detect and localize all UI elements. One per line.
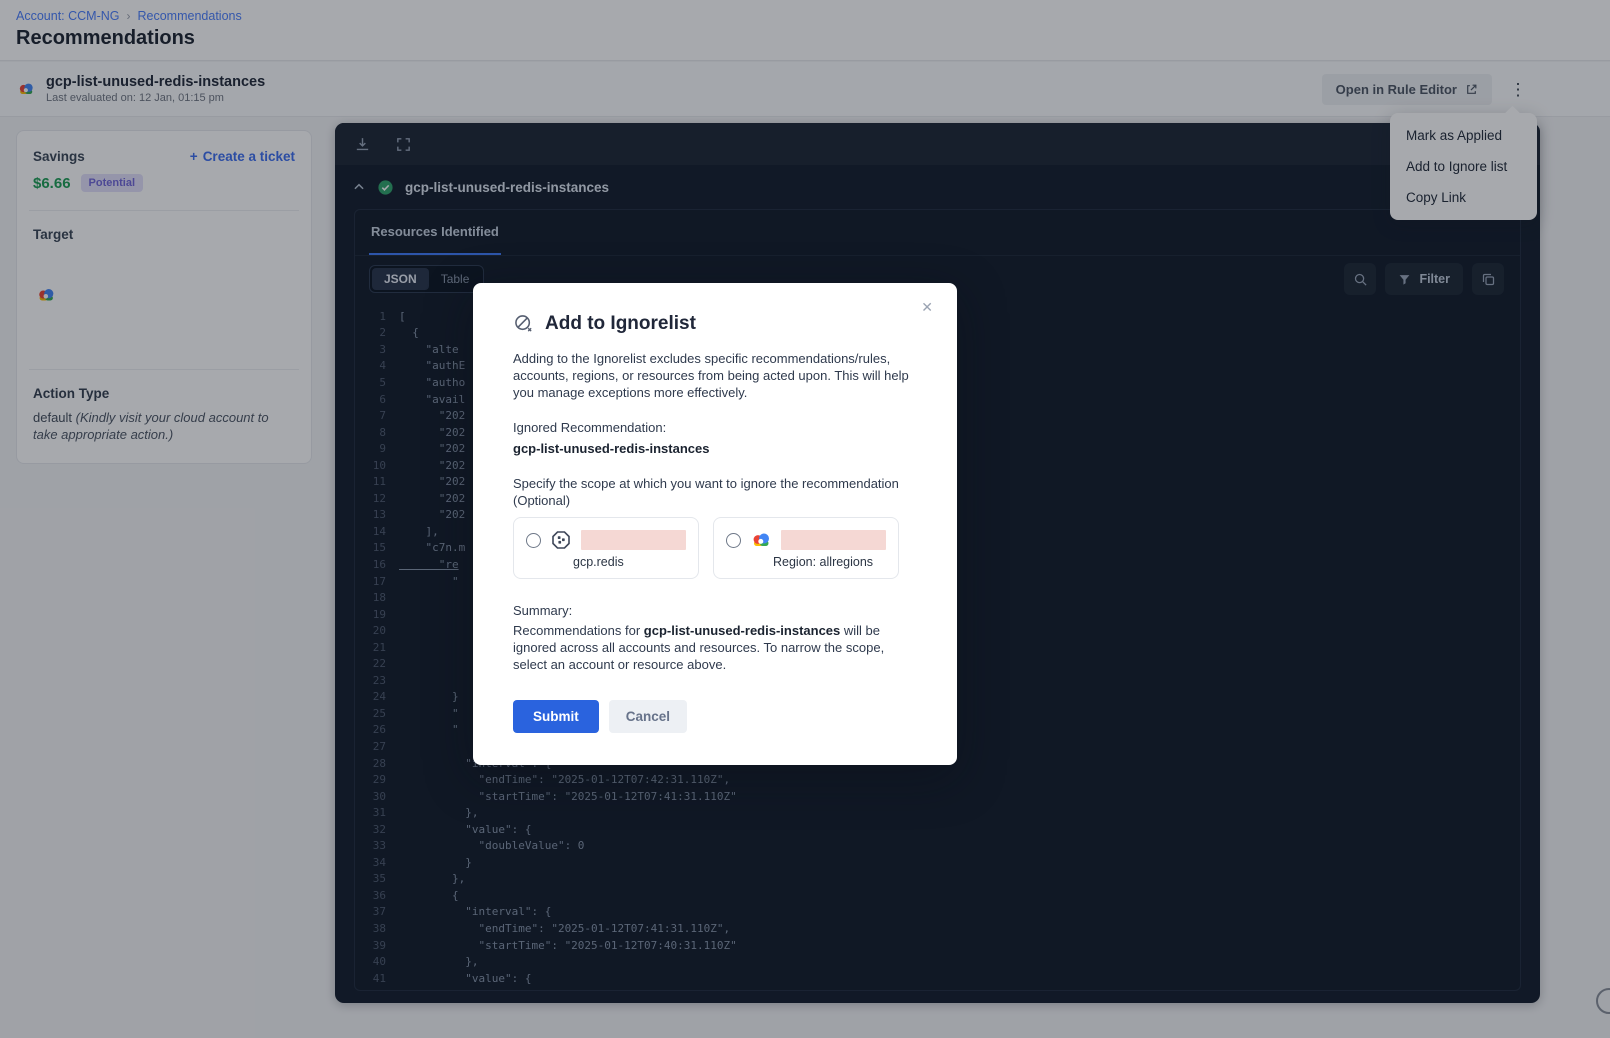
gcp-cloud-icon (749, 528, 773, 552)
scope-option-region[interactable]: Region: allregions (713, 517, 899, 579)
redacted-resource-name (581, 530, 686, 550)
add-to-ignorelist-modal: ✕ Add to Ignorelist Adding to the Ignore… (473, 283, 957, 765)
modal-title: Add to Ignorelist (545, 313, 696, 335)
ignored-recommendation-value: gcp-list-unused-redis-instances (513, 441, 917, 456)
resource-option-label: gcp.redis (573, 555, 686, 569)
redis-service-icon (549, 528, 573, 552)
region-option-label: Region: allregions (773, 555, 886, 569)
region-radio[interactable] (726, 533, 741, 548)
modal-description: Adding to the Ignorelist excludes specif… (513, 351, 917, 402)
summary-label: Summary: (513, 603, 917, 618)
redacted-region-name (781, 530, 886, 550)
submit-button[interactable]: Submit (513, 700, 599, 733)
ignored-recommendation-label: Ignored Recommendation: (513, 420, 917, 435)
scope-option-resource[interactable]: gcp.redis (513, 517, 699, 579)
summary-recommendation-name: gcp-list-unused-redis-instances (644, 623, 840, 638)
summary-text: Recommendations for gcp-list-unused-redi… (513, 623, 915, 674)
cancel-button[interactable]: Cancel (609, 700, 687, 733)
summary-prefix: Recommendations for (513, 623, 644, 638)
ignore-icon (513, 313, 535, 335)
close-icon[interactable]: ✕ (917, 295, 937, 320)
resource-radio[interactable] (526, 533, 541, 548)
scope-label: Specify the scope at which you want to i… (513, 476, 911, 510)
